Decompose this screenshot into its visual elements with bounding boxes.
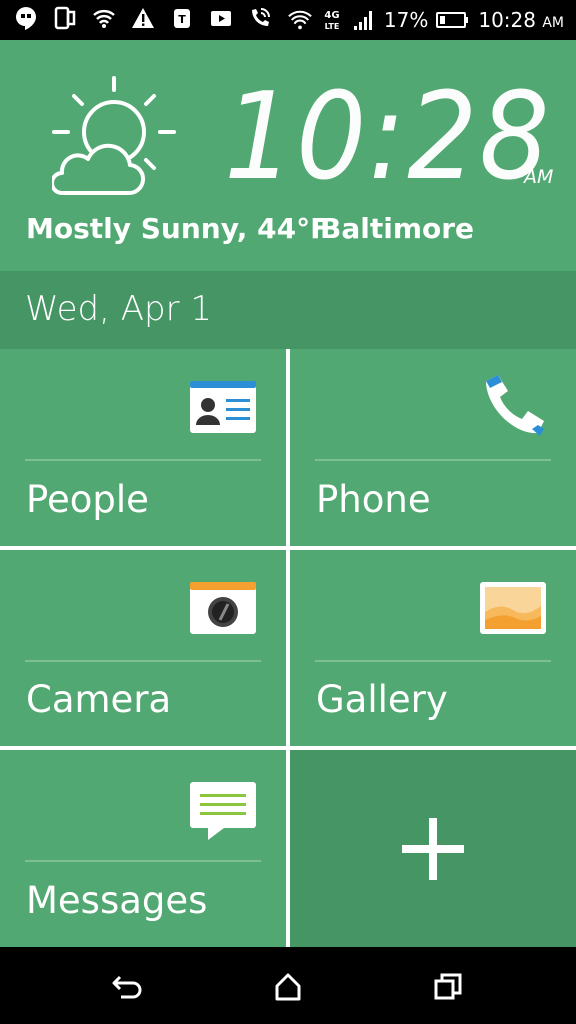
tile-label-people: People [26,478,149,521]
tile-add[interactable] [290,750,576,947]
tile-divider [25,459,261,461]
tile-label-gallery: Gallery [316,678,448,721]
battery-percent: 17% [383,8,429,32]
plus-icon [402,818,464,884]
video-icon [209,6,233,30]
tile-label-camera: Camera [26,678,172,721]
recents-icon[interactable] [428,967,468,1007]
date-label: Wed, Apr 1 [25,289,212,329]
home-icon[interactable] [268,967,308,1007]
svg-text:LTE: LTE [325,22,340,31]
wifi-icon [92,6,116,30]
tile-label-messages: Messages [26,879,208,922]
wifi-strong-icon [288,8,312,32]
status-clock: 10:28 AM [478,8,564,32]
status-bar: T 4G LTE 17% 10:28 AM [0,0,576,40]
weather-condition: Mostly Sunny, 44°F [26,212,330,245]
tile-people[interactable]: People [0,349,286,546]
tile-camera[interactable]: Camera [0,550,286,746]
date-bar[interactable]: Wed, Apr 1 [0,271,576,349]
tile-label-phone: Phone [316,478,431,521]
tile-divider [315,459,551,461]
navigation-bar [0,947,576,1024]
tile-gallery[interactable]: Gallery [290,550,576,746]
camera-icon [190,582,256,638]
tile-divider [315,660,551,662]
tile-divider [25,860,261,862]
wifi-calling-icon [248,6,272,30]
screen-mirror-icon [53,6,77,30]
signal-icon [352,8,376,32]
tile-messages[interactable]: Messages [0,750,286,947]
tile-divider [25,660,261,662]
warning-icon [131,6,155,30]
gallery-icon [480,582,546,638]
clock-am-pm: AM [524,166,554,188]
battery-icon [436,8,470,32]
messages-icon [190,782,256,844]
app-grid: People Phone Camera Gallery Messages [0,349,576,947]
contact-card-icon [190,381,256,437]
lte-icon: 4G LTE [320,8,344,32]
svg-text:4G: 4G [324,10,339,21]
partly-sunny-icon [50,76,182,205]
svg-text:T: T [178,13,186,26]
tile-phone[interactable]: Phone [290,349,576,546]
hangouts-icon [14,6,38,30]
weather-city: Baltimore [320,212,475,245]
phone-icon [476,373,548,445]
tmobile-icon: T [170,6,194,30]
back-icon[interactable] [108,967,148,1007]
